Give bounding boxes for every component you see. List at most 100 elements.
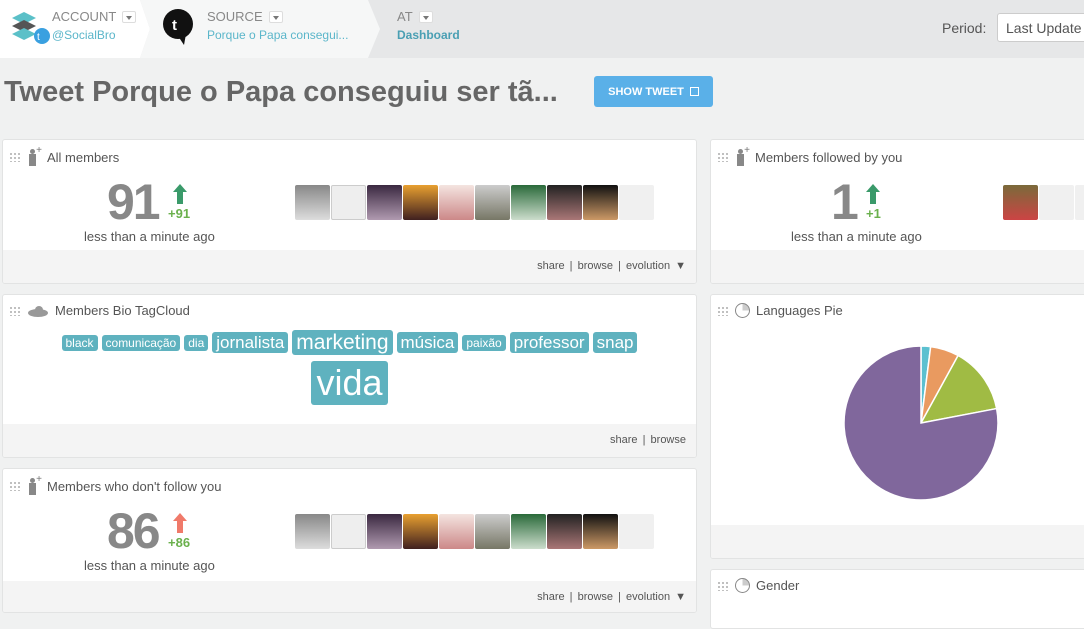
languages-pie-chart <box>843 345 999 501</box>
avatar[interactable] <box>475 185 510 220</box>
show-tweet-button[interactable]: SHOW TWEET <box>594 76 713 107</box>
arrow-up-icon <box>173 513 187 533</box>
avatar-placeholder[interactable] <box>1039 185 1074 220</box>
evolution-link[interactable]: | evolution ▼ <box>618 591 686 603</box>
avatar[interactable] <box>475 514 510 549</box>
avatar[interactable] <box>331 514 366 549</box>
avatar[interactable] <box>511 514 546 549</box>
widget-bio-tagcloud: Members Bio TagCloud black comunicação dia… <box>2 294 697 458</box>
widget-footer: share | browse | evolution ▼ <box>3 581 696 612</box>
avatar[interactable] <box>511 185 546 220</box>
widget-all-members: + All members 91 +91 less than a minute a… <box>2 139 697 284</box>
avatar-placeholder[interactable] <box>619 185 654 220</box>
avatar[interactable] <box>295 185 330 220</box>
top-bar: t ACCOUNT @SocialBro t SOURCE Porque o P… <box>0 0 1084 58</box>
page-title: Tweet Porque o Papa conseguiu ser tã... <box>4 76 558 108</box>
browse-link[interactable]: | browse <box>570 591 613 603</box>
updated-time: less than a minute ago <box>84 558 215 573</box>
avatar[interactable] <box>439 185 474 220</box>
drag-handle-icon[interactable] <box>717 152 729 162</box>
svg-text:t: t <box>37 32 40 43</box>
avatar[interactable] <box>403 185 438 220</box>
socialbro-logo-icon: t <box>12 12 50 44</box>
at-dropdown-icon[interactable] <box>418 10 433 23</box>
avatar[interactable] <box>547 514 582 549</box>
tag-cloud: black comunicação dia jornalista marketing mú… <box>3 330 696 411</box>
at-crumb[interactable]: AT Dashboard <box>397 0 547 58</box>
avatar[interactable] <box>367 185 402 220</box>
drag-handle-icon[interactable] <box>9 305 21 316</box>
account-crumb[interactable]: t ACCOUNT @SocialBro <box>0 0 150 58</box>
widget-title: Languages Pie <box>756 303 843 318</box>
period-label: Period: <box>942 20 987 36</box>
tag-4[interactable]: marketing <box>292 330 393 355</box>
avatar[interactable] <box>583 514 618 549</box>
updated-time: less than a minute ago <box>791 229 922 244</box>
widget-footer <box>711 250 1084 283</box>
member-delta: +1 <box>866 206 881 221</box>
avatar[interactable] <box>295 514 330 549</box>
share-link[interactable]: share <box>610 434 638 446</box>
account-value[interactable]: @SocialBro <box>52 28 116 42</box>
source-label: SOURCE <box>207 9 263 24</box>
widget-footer: share | browse <box>3 424 696 457</box>
person-add-icon: + <box>27 474 42 495</box>
source-value[interactable]: Porque o Papa consegui... <box>207 28 348 42</box>
member-count: 1 <box>831 174 859 230</box>
widget-title: All members <box>47 149 120 165</box>
tag-3[interactable]: jornalista <box>212 332 289 353</box>
drag-handle-icon[interactable] <box>717 305 729 316</box>
account-dropdown-icon[interactable] <box>122 10 137 23</box>
avatar-placeholder[interactable] <box>619 514 654 549</box>
tag-0[interactable]: black <box>61 334 98 351</box>
avatar[interactable] <box>583 185 618 220</box>
source-crumb[interactable]: t SOURCE Porque o Papa consegui... <box>140 0 380 58</box>
tag-1[interactable]: comunicação <box>101 334 181 351</box>
widget-gender: Gender <box>710 569 1084 629</box>
widget-members-not-following: + Members who don't follow you 86 +86 les… <box>2 468 697 613</box>
tag-9[interactable]: vida <box>311 361 388 405</box>
widget-title: Gender <box>756 578 800 593</box>
period-select[interactable]: Last Update <box>997 13 1084 42</box>
drag-handle-icon[interactable] <box>717 580 729 591</box>
tag-8[interactable]: snap <box>592 332 638 353</box>
pie-chart-icon <box>735 578 750 593</box>
widget-title: Members who don't follow you <box>47 478 222 494</box>
avatar[interactable] <box>331 185 366 220</box>
browse-link[interactable]: | browse <box>570 260 613 272</box>
account-label: ACCOUNT <box>52 9 117 24</box>
tag-2[interactable]: dia <box>184 334 209 351</box>
avatar[interactable] <box>367 514 402 549</box>
arrow-up-icon <box>173 184 187 204</box>
avatar-placeholder[interactable] <box>1075 185 1084 220</box>
cloud-icon <box>28 305 48 317</box>
widget-members-followed: + Members followed by you 1 +1 less than … <box>710 139 1084 284</box>
tag-6[interactable]: paixão <box>462 334 506 351</box>
widget-footer: share | browse | evolution ▼ <box>3 250 696 283</box>
browse-link[interactable]: | browse <box>643 434 686 446</box>
tag-7[interactable]: professor <box>509 332 589 353</box>
widget-languages-pie: Languages Pie <box>710 294 1084 559</box>
avatar-list <box>295 185 654 220</box>
show-tweet-label: SHOW TWEET <box>608 85 684 98</box>
member-count: 86 <box>107 503 161 559</box>
svg-text:t: t <box>172 17 177 34</box>
share-link[interactable]: share <box>537 591 565 603</box>
drag-handle-icon[interactable] <box>9 152 21 162</box>
source-dropdown-icon[interactable] <box>268 10 283 23</box>
twitter-bubble-icon: t <box>163 9 193 45</box>
avatar[interactable] <box>1003 185 1038 220</box>
tag-5[interactable]: música <box>396 332 459 353</box>
member-delta: +91 <box>168 206 191 221</box>
avatar[interactable] <box>403 514 438 549</box>
share-link[interactable]: share <box>537 260 565 272</box>
drag-handle-icon[interactable] <box>9 481 21 491</box>
widget-title: Members Bio TagCloud <box>55 303 190 318</box>
person-add-icon: + <box>735 145 750 166</box>
pie-chart-icon <box>735 303 750 318</box>
at-label: AT <box>397 9 413 24</box>
at-value[interactable]: Dashboard <box>397 28 460 42</box>
evolution-link[interactable]: | evolution ▼ <box>618 260 686 272</box>
avatar[interactable] <box>439 514 474 549</box>
avatar[interactable] <box>547 185 582 220</box>
